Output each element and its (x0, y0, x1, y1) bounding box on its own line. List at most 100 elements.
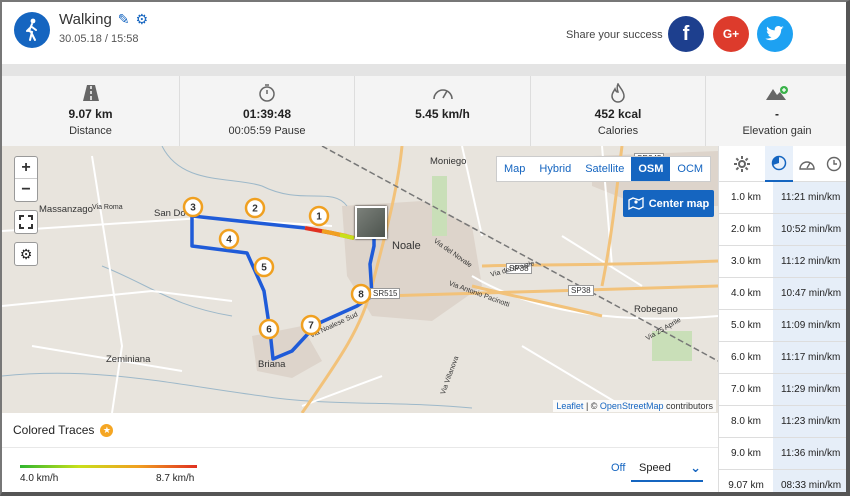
tab-time-icon[interactable] (820, 146, 846, 182)
layer-osm[interactable]: OSM (631, 157, 671, 181)
twitter-share-button[interactable] (757, 16, 793, 52)
star-icon: ★ (100, 423, 114, 437)
split-distance: 7.0 km (730, 384, 761, 395)
divider-bar (2, 64, 846, 76)
google-plus-share-button[interactable]: G+ (713, 16, 749, 52)
split-distance: 8.0 km (730, 416, 761, 427)
split-distance: 1.0 km (730, 192, 761, 203)
edit-pencil-icon[interactable]: ✎ (118, 11, 130, 28)
layer-hybrid[interactable]: Hybrid (532, 157, 578, 181)
traces-off-button[interactable]: Off (611, 462, 625, 474)
splits-table: 1.0 km 11:21 min/km 2.0 km 10:52 min/km 3.0 … (719, 182, 846, 492)
stat-value: 9.07 km (68, 107, 113, 121)
split-pace: 08:33 min/km (773, 470, 846, 492)
splits-panel: 1.0 km 11:21 min/km 2.0 km 10:52 min/km 3.0 … (718, 145, 846, 492)
place-label: Noale (392, 240, 421, 252)
activity-title: Walking ✎ ⚙ (59, 11, 148, 28)
split-pace: 11:12 min/km (773, 246, 846, 277)
map-settings-gear-icon[interactable]: ⚙ (14, 242, 38, 266)
split-row: 7.0 km 11:29 min/km (719, 374, 846, 406)
place-label: San Do (154, 208, 186, 219)
flame-icon (531, 82, 705, 104)
zoom-in-button[interactable]: + (15, 157, 37, 179)
place-label: Moniego (430, 156, 467, 167)
split-row: 8.0 km 11:23 min/km (719, 406, 846, 438)
route-map[interactable]: Massanzago San Do Moniego Noale Robegano… (2, 146, 718, 413)
place-label: Massanzago (39, 204, 93, 215)
fullscreen-icon[interactable] (14, 210, 38, 234)
split-pace: 10:47 min/km (773, 278, 846, 309)
split-pace: 11:36 min/km (773, 438, 846, 469)
walking-icon (14, 12, 50, 48)
trace-metric-select[interactable]: Speed ⌄ (631, 456, 703, 482)
split-distance: 9.07 km (728, 480, 764, 491)
splits-settings-gear-icon[interactable] (719, 146, 765, 182)
center-map-button[interactable]: Center map (623, 190, 714, 217)
split-pace: 11:29 min/km (773, 374, 846, 405)
map-fold-icon (628, 197, 644, 210)
chevron-down-icon: ⌄ (690, 460, 701, 475)
stat-label: Elevation gain (742, 125, 812, 137)
split-pace: 11:17 min/km (773, 342, 846, 373)
stat-distance: 9.07 km Distance (2, 76, 180, 146)
facebook-share-button[interactable]: f (668, 16, 704, 52)
splits-tabs (719, 145, 846, 182)
stat-value: 5.45 km/h (415, 107, 470, 121)
place-label: Zeminiana (106, 354, 151, 365)
split-row: 4.0 km 10:47 min/km (719, 278, 846, 310)
leaflet-link[interactable]: Leaflet (556, 401, 583, 411)
split-distance: 6.0 km (730, 352, 761, 363)
layer-switcher: Map Hybrid Satellite OSM OCM (496, 156, 712, 182)
center-map-label: Center map (648, 197, 710, 210)
activity-name: Walking (59, 11, 112, 28)
split-distance: 4.0 km (730, 288, 761, 299)
gradient-max-label: 8.7 km/h (156, 473, 195, 484)
twitter-bird-icon (765, 26, 784, 41)
gradient-min-label: 4.0 km/h (20, 473, 59, 484)
settings-gear-icon[interactable]: ⚙ (136, 11, 149, 28)
colored-traces-panel: Colored Traces ★ 4.0 km/h 8.7 km/h Off S… (2, 413, 718, 492)
stat-label: 00:05:59 Pause (228, 125, 306, 137)
stat-speed: 5.45 km/h (355, 76, 531, 146)
app-frame: Walking ✎ ⚙ 30.05.18 / 15:58 Share your … (0, 0, 850, 496)
split-row: 9.07 km 08:33 min/km (719, 470, 846, 492)
layer-satellite[interactable]: Satellite (578, 157, 631, 181)
speed-gradient-scale (20, 465, 197, 468)
layer-map[interactable]: Map (497, 157, 532, 181)
stat-label: Calories (597, 125, 639, 137)
stopwatch-icon (180, 82, 354, 104)
stat-value: 01:39:48 (242, 107, 292, 121)
split-row: 3.0 km 11:12 min/km (719, 246, 846, 278)
map-tiles (2, 146, 718, 413)
place-label: Briana (258, 359, 286, 370)
tab-speed-icon[interactable] (793, 146, 821, 182)
split-pace: 11:09 min/km (773, 310, 846, 341)
stat-value: - (775, 107, 779, 121)
mountain-plus-icon (706, 82, 846, 104)
layer-ocm[interactable]: OCM (670, 157, 710, 181)
stats-bar: 9.07 km Distance 01:39:48 00:05:59 Pause… (2, 76, 846, 146)
split-pace: 10:52 min/km (773, 214, 846, 245)
road-icon (2, 82, 179, 104)
stat-elevation: - Elevation gain (706, 76, 846, 146)
place-label: Robegano (634, 304, 678, 315)
split-distance: 9.0 km (730, 448, 761, 459)
osm-link[interactable]: OpenStreetMap (600, 401, 664, 411)
stat-value: 452 kcal (594, 107, 642, 121)
map-attribution: Leaflet | © OpenStreetMap contributors (553, 400, 716, 412)
stat-duration: 01:39:48 00:05:59 Pause (180, 76, 355, 146)
activity-datetime: 30.05.18 / 15:58 (59, 33, 139, 45)
stat-calories: 452 kcal Calories (531, 76, 706, 146)
header: Walking ✎ ⚙ 30.05.18 / 15:58 Share your … (2, 2, 846, 64)
split-row: 6.0 km 11:17 min/km (719, 342, 846, 374)
split-distance: 3.0 km (730, 256, 761, 267)
zoom-out-button[interactable]: − (15, 179, 37, 201)
photo-thumbnail[interactable] (355, 206, 387, 239)
split-distance: 5.0 km (730, 320, 761, 331)
split-pace: 11:21 min/km (773, 182, 846, 213)
tab-pace-icon[interactable] (765, 145, 793, 182)
stat-label: Distance (69, 125, 112, 137)
split-row: 1.0 km 11:21 min/km (719, 182, 846, 214)
zoom-control: + − (14, 156, 38, 202)
road-shield: SR515 (370, 288, 401, 299)
